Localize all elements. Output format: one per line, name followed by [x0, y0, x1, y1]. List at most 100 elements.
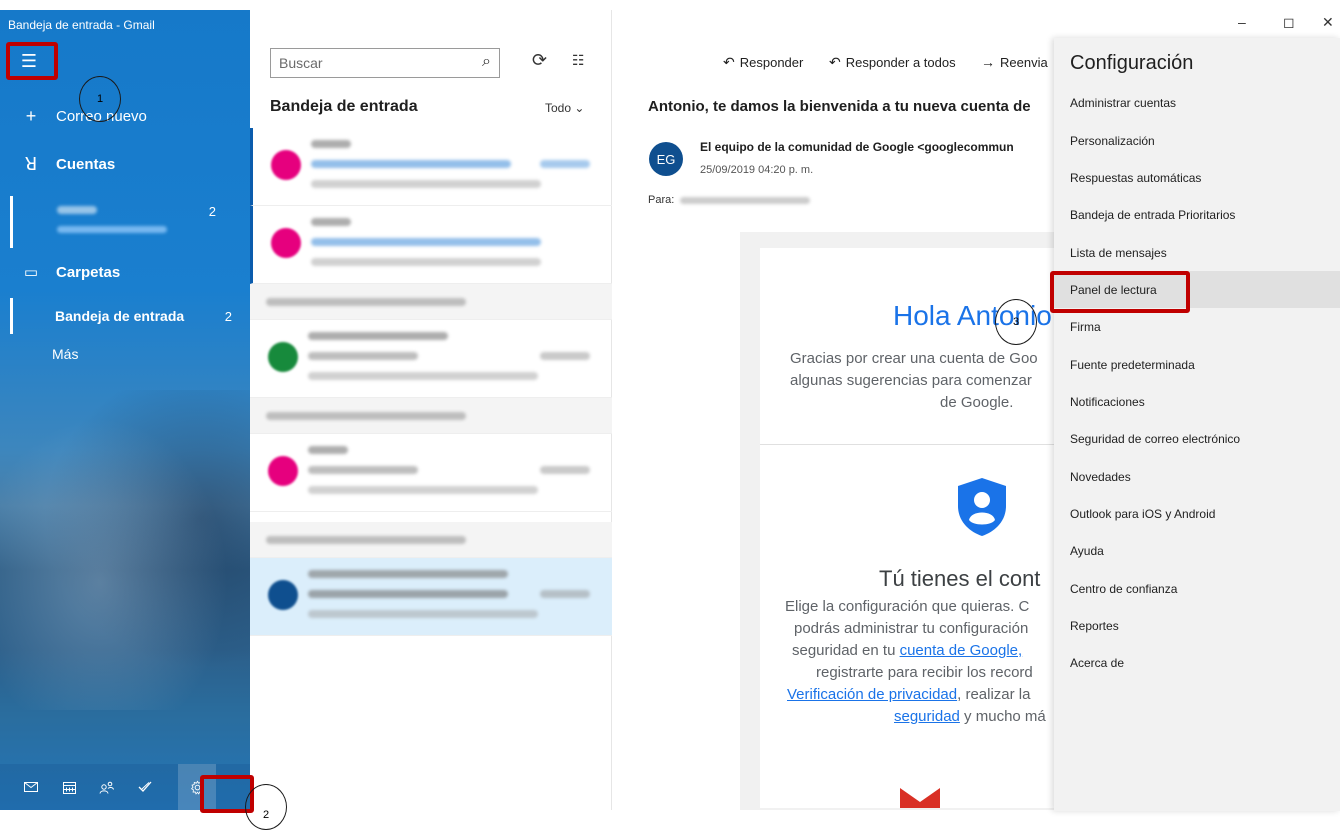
- settings-item-trust-center[interactable]: Centro de confianza: [1054, 570, 1340, 607]
- list-title: Bandeja de entrada: [270, 98, 418, 115]
- filter-dropdown[interactable]: Todo ⌄: [545, 101, 584, 115]
- maximize-button[interactable]: ◻: [1283, 14, 1295, 31]
- select-mode-icon[interactable]: ☷: [572, 52, 585, 69]
- reply-icon: ↶: [723, 54, 735, 70]
- list-item[interactable]: [250, 128, 612, 206]
- reply-button[interactable]: ↶ Responder: [723, 54, 803, 71]
- message-subject: Antonio, te damos la bienvenida a tu nue…: [648, 98, 1031, 115]
- settings-item-personalization[interactable]: Personalización: [1054, 122, 1340, 159]
- forward-label: Reenvia: [1000, 54, 1048, 70]
- settings-item-message-list[interactable]: Lista de mensajes: [1054, 234, 1340, 271]
- settings-item-auto-replies[interactable]: Respuestas automáticas: [1054, 159, 1340, 196]
- new-mail-button[interactable]: + Correo nuevo: [0, 98, 250, 134]
- intro-line: Gracias por crear una cuenta de Goo: [790, 350, 1038, 367]
- list-item-selected[interactable]: [250, 558, 612, 636]
- subject-redacted: [308, 466, 418, 474]
- list-item[interactable]: [250, 434, 612, 512]
- calendar-icon[interactable]: [50, 764, 88, 810]
- settings-item-help[interactable]: Ayuda: [1054, 532, 1340, 569]
- gmail-logo-icon: [900, 788, 940, 808]
- preview-redacted: [311, 180, 541, 188]
- sender-redacted: [311, 218, 351, 226]
- settings-flyout: Configuración Administrar cuentas Person…: [1054, 38, 1340, 811]
- sync-icon[interactable]: ⟳: [532, 50, 547, 71]
- list-item[interactable]: [250, 206, 612, 284]
- subject-redacted: [311, 160, 511, 168]
- settings-item-signature[interactable]: Firma: [1054, 308, 1340, 345]
- paragraph-line: Verificación de privacidad, realizar la: [760, 684, 1058, 706]
- folders-header[interactable]: ▭ Carpetas: [0, 256, 250, 288]
- folder-inbox-count: 2: [224, 308, 232, 324]
- settings-item-default-font[interactable]: Fuente predeterminada: [1054, 346, 1340, 383]
- close-button[interactable]: ✕: [1322, 14, 1334, 31]
- privacy-checkup-link[interactable]: Verificación de privacidad: [787, 686, 957, 703]
- settings-item-feedback[interactable]: Reportes: [1054, 607, 1340, 644]
- recipient-redacted: [680, 196, 811, 204]
- list-item[interactable]: [250, 320, 612, 398]
- sender-redacted: [308, 446, 348, 454]
- subject-redacted: [308, 352, 418, 360]
- sender-redacted: [308, 332, 448, 340]
- forward-button[interactable]: → Reenvia: [981, 54, 1048, 70]
- avatar: [268, 456, 298, 486]
- settings-item-focused-inbox[interactable]: Bandeja de entrada Prioritarios: [1054, 196, 1340, 233]
- paragraph-line: podrás administrar tu configuración: [794, 620, 1029, 637]
- reading-pane: ↶ Responder ↶ Responder a todos → Reenvi…: [613, 10, 1058, 810]
- minimize-button[interactable]: –: [1238, 14, 1246, 30]
- mail-icon[interactable]: [12, 764, 50, 810]
- preview-redacted: [311, 258, 541, 266]
- search-icon[interactable]: ⌕: [482, 53, 491, 71]
- paragraph-text: seguridad en tu: [792, 642, 900, 659]
- accounts-header[interactable]: ꓤ Cuentas: [0, 148, 250, 180]
- forward-icon: →: [981, 54, 995, 70]
- reply-all-icon: ↶: [829, 54, 841, 70]
- annotation-step-3: 3: [995, 299, 1037, 345]
- todo-icon[interactable]: [126, 764, 164, 810]
- subject-redacted: [311, 238, 541, 246]
- folder-more[interactable]: Más: [10, 336, 250, 372]
- shield-icon: [958, 478, 1006, 536]
- folder-inbox-label: Bandeja de entrada: [55, 308, 185, 324]
- sender-name[interactable]: El equipo de la comunidad de Google <goo…: [700, 140, 1014, 154]
- google-account-link[interactable]: cuenta de Google,: [900, 642, 1023, 659]
- security-link[interactable]: seguridad: [894, 708, 960, 725]
- day-header-redacted: [266, 412, 466, 420]
- subject-redacted: [308, 590, 508, 598]
- settings-item-whats-new[interactable]: Novedades: [1054, 458, 1340, 495]
- section-paragraph: Elige la configuración que quieras. C po…: [760, 596, 1058, 728]
- filter-label: Todo: [545, 101, 572, 115]
- reading-toolbar: ↶ Responder ↶ Responder a todos → Reenvi…: [613, 52, 1058, 74]
- account-item[interactable]: 2: [10, 196, 250, 248]
- day-header: [250, 284, 612, 320]
- day-header: [250, 398, 612, 434]
- settings-item-outlook-mobile[interactable]: Outlook para iOS y Android: [1054, 495, 1340, 532]
- settings-item-notifications[interactable]: Notificaciones: [1054, 383, 1340, 420]
- people-icon[interactable]: [88, 764, 126, 810]
- navigation-pane: Bandeja de entrada - Gmail ☰ + Correo nu…: [0, 10, 250, 810]
- settings-item-email-security[interactable]: Seguridad de correo electrónico: [1054, 420, 1340, 457]
- window-title: Bandeja de entrada - Gmail: [8, 18, 155, 32]
- folders-label: Carpetas: [56, 263, 121, 281]
- avatar: [268, 580, 298, 610]
- preview-redacted: [308, 372, 538, 380]
- plus-icon: +: [25, 105, 37, 126]
- settings-item-manage-accounts[interactable]: Administrar cuentas: [1054, 84, 1340, 121]
- paragraph-text: y mucho má: [959, 708, 1046, 725]
- preview-redacted: [308, 486, 538, 494]
- message-list-pane: Buscar ⌕ ⟳ ☷ Bandeja de entrada Todo ⌄: [250, 10, 612, 810]
- date-redacted: [540, 590, 590, 598]
- search-input[interactable]: Buscar ⌕: [270, 48, 500, 78]
- paragraph-text: , realizar la: [957, 686, 1031, 703]
- search-placeholder: Buscar: [279, 55, 323, 71]
- sender-avatar: EG: [649, 142, 683, 176]
- annotation-box-reading-pane: [1050, 271, 1190, 313]
- annotation-box-menu: [6, 42, 58, 80]
- account-name: [57, 206, 97, 214]
- avatar: [268, 342, 298, 372]
- annotation-step-2: 2: [245, 784, 287, 830]
- annotation-step-1: 1: [79, 76, 121, 122]
- settings-item-about[interactable]: Acerca de: [1054, 644, 1340, 681]
- reply-all-button[interactable]: ↶ Responder a todos: [829, 54, 956, 71]
- settings-title: Configuración: [1070, 52, 1194, 74]
- folder-inbox[interactable]: Bandeja de entrada 2: [10, 298, 250, 334]
